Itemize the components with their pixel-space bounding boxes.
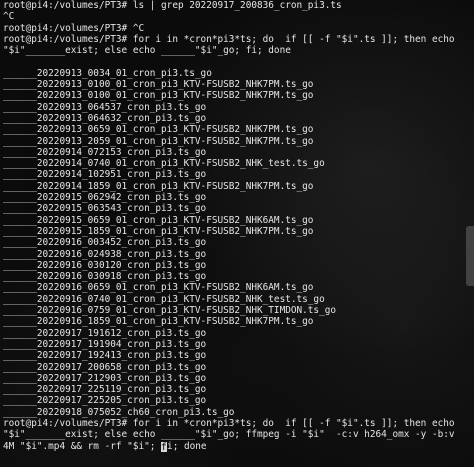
- prompt-line: root@pi4:/volumes/PT3# for i in *cron*pi…: [3, 418, 474, 429]
- line-text: ______20220916_024938_cron_pi3.ts_go: [3, 248, 207, 260]
- output-line: ^C: [3, 11, 474, 22]
- output-line: ______20220917_191612_cron_pi3.ts_go: [3, 328, 474, 339]
- scrollbar-handle[interactable]: [466, 226, 474, 286]
- terminal-window[interactable]: root@pi4:/volumes/PT3# ls | grep 2022091…: [0, 0, 474, 467]
- line-text: ______20220916_0759_01_cron_pi3_KTV-FSUS…: [3, 305, 337, 317]
- line-text-tail: i; done: [167, 440, 207, 452]
- output-line: ______20220914_1859_01_cron_pi3_KTV-FSUS…: [3, 181, 474, 192]
- output-line: ______20220915_0659_01_cron_pi3_KTV-FSUS…: [3, 215, 474, 226]
- output-line: ______20220917_191904_cron_pi3.ts_go: [3, 339, 474, 350]
- line-text: ______20220917_212903_cron_pi3.ts_go: [3, 372, 207, 384]
- output-line: ______20220913_0100_01_cron_pi3_KTV-FSUS…: [3, 79, 474, 90]
- line-text: ______20220916_0659_01_cron_pi3_KTV-FSUS…: [3, 282, 314, 294]
- line-text: ______20220916_030120_cron_pi3.ts_go: [3, 259, 207, 271]
- output-line: ______20220913_0034_01_cron_pi3.ts_go: [3, 68, 474, 79]
- output-line: ______20220913_064632_cron_pi3.ts_go: [3, 113, 474, 124]
- line-text: ______20220916_1859_01_cron_pi3_KTV-FSUS…: [3, 316, 314, 328]
- output-line: ______20220915_063543_cron_pi3.ts_go: [3, 203, 474, 214]
- line-text: ______20220913_0659_01_cron_pi3_KTV-FSUS…: [3, 124, 314, 136]
- line-text: root@pi4:/volumes/PT3# ^C: [3, 22, 145, 34]
- output-line: ______20220916_0740_01_cron_pi3_KTV-FSUS…: [3, 294, 474, 305]
- output-line: ______20220913_064537_cron_pi3.ts_go: [3, 102, 474, 113]
- output-line: ______20220915_062942_cron_pi3.ts_go: [3, 192, 474, 203]
- output-line: "$i"_______exist; else echo ______"$i"_g…: [3, 45, 474, 56]
- output-line: ______20220913_0659_01_cron_pi3_KTV-FSUS…: [3, 124, 474, 135]
- line-text: ______20220915_062942_cron_pi3.ts_go: [3, 192, 207, 204]
- line-text: root@pi4:/volumes/PT3# for i in *cron*pi…: [3, 417, 455, 429]
- line-text: ______20220917_200658_cron_pi3.ts_go: [3, 361, 207, 373]
- output-line: ______20220916_0759_01_cron_pi3_KTV-FSUS…: [3, 305, 474, 316]
- output-line: ______20220917_212903_cron_pi3.ts_go: [3, 373, 474, 384]
- output-line: ______20220915_1859_01_cron_pi3_KTV-FSUS…: [3, 226, 474, 237]
- line-text: ______20220917_225119_cron_pi3.ts_go: [3, 384, 207, 396]
- line-text: root@pi4:/volumes/PT3# for i in *cron*pi…: [3, 33, 455, 45]
- line-text: ______20220915_0659_01_cron_pi3_KTV-FSUS…: [3, 214, 314, 226]
- prompt-line: root@pi4:/volumes/PT3# ls | grep 2022091…: [3, 0, 474, 11]
- line-text: ^C: [3, 11, 15, 23]
- output-line: ______20220917_225205_cron_pi3.ts_go: [3, 395, 474, 406]
- line-text: "$i"_______exist; else echo ______"$i"_g…: [3, 429, 455, 441]
- prompt-line: root@pi4:/volumes/PT3# ^C: [3, 23, 474, 34]
- line-text: ______20220917_225205_cron_pi3.ts_go: [3, 395, 207, 407]
- line-text: ______20220913_064632_cron_pi3.ts_go: [3, 112, 207, 124]
- prompt-line: root@pi4:/volumes/PT3# for i in *cron*pi…: [3, 34, 474, 45]
- output-line: ______20220916_030120_cron_pi3.ts_go: [3, 260, 474, 271]
- line-text: ______20220914_102951_cron_pi3.ts_go: [3, 169, 207, 181]
- line-text: ______20220913_064537_cron_pi3.ts_go: [3, 101, 207, 113]
- output-line: ______20220917_200658_cron_pi3.ts_go: [3, 362, 474, 373]
- line-text: "$i"_______exist; else echo ______"$i"_g…: [3, 45, 291, 57]
- line-text: root@pi4:/volumes/PT3# ls | grep 2022091…: [3, 0, 342, 11]
- line-text: ______20220913_0100_01_cron_pi3_KTV-FSUS…: [3, 90, 314, 102]
- line-text: ______20220913_2059_01_cron_pi3_KTV-FSUS…: [3, 135, 314, 147]
- line-text: ______20220918_075052_ch60_cron_pi3.ts_g…: [3, 406, 235, 418]
- output-line: 4M "$i".mp4 && rm -rf "$i"; fi; done: [3, 441, 474, 452]
- output-line: ______20220916_030918_cron_pi3.ts_go: [3, 271, 474, 282]
- line-text: ______20220914_072153_cron_pi3.ts_go: [3, 146, 207, 158]
- output-line: ______20220916_024938_cron_pi3.ts_go: [3, 249, 474, 260]
- output-line: ______20220916_1859_01_cron_pi3_KTV-FSUS…: [3, 316, 474, 327]
- output-line: ______20220913_2059_01_cron_pi3_KTV-FSUS…: [3, 136, 474, 147]
- line-text: ______20220915_1859_01_cron_pi3_KTV-FSUS…: [3, 225, 314, 237]
- output-line: ______20220913_0100_01_cron_pi3_KTV-FSUS…: [3, 90, 474, 101]
- output-line: ______20220914_072153_cron_pi3.ts_go: [3, 147, 474, 158]
- line-text: ______20220913_0034_01_cron_pi3.ts_go: [3, 67, 212, 79]
- line-text: ______20220915_063543_cron_pi3.ts_go: [3, 203, 207, 215]
- line-text: 4M "$i".mp4 && rm -rf "$i";: [3, 440, 162, 452]
- line-text: ______20220917_192413_cron_pi3.ts_go: [3, 350, 207, 362]
- output-line: ______20220917_192413_cron_pi3.ts_go: [3, 350, 474, 361]
- line-text: ______20220914_1859_01_cron_pi3_KTV-FSUS…: [3, 180, 314, 192]
- output-line: "$i"_______exist; else echo ______"$i"_g…: [3, 429, 474, 440]
- line-text: ______20220917_191904_cron_pi3.ts_go: [3, 338, 207, 350]
- terminal-output: root@pi4:/volumes/PT3# ls | grep 2022091…: [3, 0, 474, 452]
- line-text: ______20220917_191612_cron_pi3.ts_go: [3, 327, 207, 339]
- line-text: ______20220916_030918_cron_pi3.ts_go: [3, 271, 207, 283]
- output-line: ______20220914_102951_cron_pi3.ts_go: [3, 169, 474, 180]
- line-text: ______20220916_0740_01_cron_pi3_KTV-FSUS…: [3, 293, 325, 305]
- output-line: ______20220916_0659_01_cron_pi3_KTV-FSUS…: [3, 282, 474, 293]
- output-line: ______20220917_225119_cron_pi3.ts_go: [3, 384, 474, 395]
- output-line: ______20220918_075052_ch60_cron_pi3.ts_g…: [3, 407, 474, 418]
- line-text: ______20220914_0740_01_cron_pi3_KTV-FSUS…: [3, 158, 325, 170]
- output-line: ______20220916_003452_cron_pi3.ts_go: [3, 237, 474, 248]
- output-line: ______20220914_0740_01_cron_pi3_KTV-FSUS…: [3, 158, 474, 169]
- line-text: ______20220913_0100_01_cron_pi3_KTV-FSUS…: [3, 79, 314, 91]
- line-text: ______20220916_003452_cron_pi3.ts_go: [3, 237, 207, 249]
